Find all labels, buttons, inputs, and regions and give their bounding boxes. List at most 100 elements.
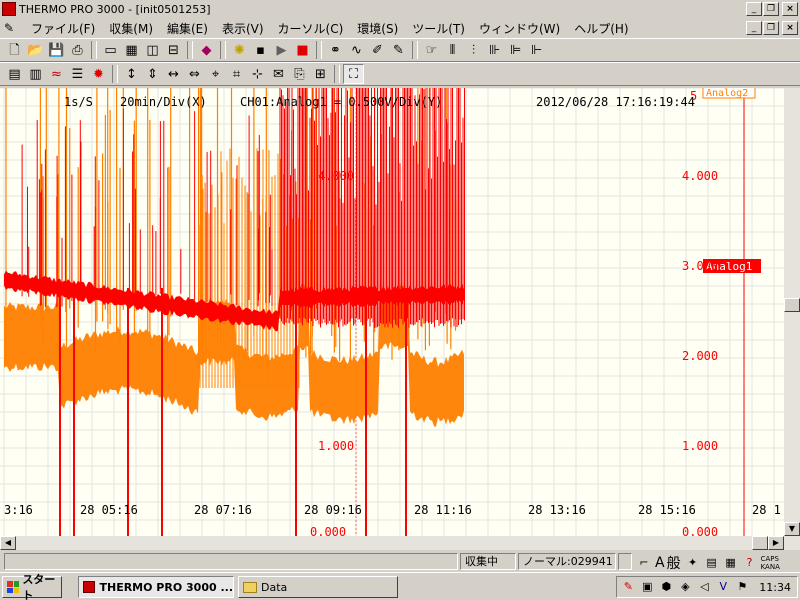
monitor-tray-icon[interactable]: ▣ [639,579,655,595]
x-axis-tick-label: 28 15:16 [638,503,696,517]
driver-tray-icon[interactable]: V [715,579,731,595]
edit-button[interactable]: ✎ [388,40,409,60]
pen-button[interactable]: ✐ [367,40,388,60]
tile-button[interactable]: ▦ [121,40,142,60]
menu-edit[interactable]: 編集(E) [160,20,215,37]
waveform-graph[interactable]: 1s/S 20min/Div(X) CH01:Analog1 = 0.500V/Di… [0,88,784,536]
envelope-button[interactable]: ✉ [268,64,289,84]
grid-button[interactable]: ⊞ [310,64,331,84]
minimize-button[interactable]: _ [746,2,762,16]
expand-vertical-button[interactable]: ↕ [121,64,142,84]
cursor-a-button[interactable]: ⌖ [205,64,226,84]
menu-help[interactable]: ヘルプ(H) [567,20,635,37]
channel-a-button[interactable]: ⫴ [442,40,463,60]
system-tray: ✎ ▣ ⬢ ◈ ◁ V ⚑ 11:34 [616,576,798,598]
x-axis-tick-label: 28 05:16 [80,503,138,517]
channel-c-button[interactable]: ⊪ [484,40,505,60]
cursor-c-button[interactable]: ⊹ [247,64,268,84]
title-bar[interactable]: THERMO PRO 3000 - [init0501253] _ ❐ × [0,0,800,18]
wave-button[interactable]: ∿ [346,40,367,60]
sun-setting-button[interactable]: ✺ [229,40,250,60]
waveform-canvas[interactable]: 1s/S 20min/Div(X) CH01:Analog1 = 0.500V/Di… [0,88,784,536]
split-horizontal-button[interactable]: ⊟ [163,40,184,60]
ime-mode[interactable]: 般 [667,553,681,573]
envelope-open-button[interactable]: ⎘ [289,64,310,84]
toolbar-separator [91,41,97,59]
ime-tool-icon[interactable]: ✦ [685,555,701,571]
security-tray-icon[interactable]: ⚑ [734,579,750,595]
scroll-down-button[interactable]: ▼ [784,522,800,536]
channel-d-icon: ⊫ [509,42,522,58]
start-button[interactable]: スタート [2,573,62,600]
pen-tray-icon[interactable]: ✎ [620,579,636,595]
menu-collect[interactable]: 収集(M) [102,20,160,37]
channel-c-icon: ⊪ [488,42,501,58]
taskbar-item-data-folder[interactable]: Data [238,576,398,598]
restore-button[interactable]: ❐ [763,2,779,16]
hand-button[interactable]: ☞ [421,40,442,60]
ime-help-icon[interactable]: ? [742,555,758,571]
tag-button[interactable]: ◆ [196,40,217,60]
document-icon[interactable]: ✎ [4,21,20,35]
chart-list-button[interactable]: ☰ [67,64,88,84]
taskbar-item-thermopro[interactable]: THERMO PRO 3000 ... [78,576,234,598]
app-icon[interactable] [2,2,16,16]
doc-close-button[interactable]: × [782,21,798,35]
open-folder-button[interactable]: 📂 [25,40,46,60]
scroll-left-button[interactable]: ◀ [0,536,16,550]
horizontal-scrollbar[interactable]: ◀ ▶ [0,536,800,550]
channel-e-button[interactable]: ⊩ [526,40,547,60]
play-button[interactable]: ▶ [271,40,292,60]
channel-a-icon: ⫴ [449,42,456,58]
y-axis-right-value: 2.000 [682,349,718,363]
network-tray-icon[interactable]: ⬢ [658,579,674,595]
split-vertical-button[interactable]: ◫ [142,40,163,60]
scroll-right-button[interactable]: ▶ [768,536,784,550]
menu-view[interactable]: 表示(V) [215,20,271,37]
chart-window-button[interactable]: ▤ [4,64,25,84]
menu-tools[interactable]: ツール(T) [405,20,472,37]
ime-cursor-icon[interactable]: ⌐ [636,555,652,571]
menu-bar: ✎ ファイル(F) 収集(M) 編集(E) 表示(V) カーソル(C) 環境(S… [0,18,800,38]
app-root: THERMO PRO 3000 - [init0501253] _ ❐ × ✎ … [0,0,800,600]
channel-d-button[interactable]: ⊫ [505,40,526,60]
cursor-b-button[interactable]: ⌗ [226,64,247,84]
ime-pad-icon[interactable]: ▦ [723,555,739,571]
ime-alpha-mode[interactable]: A [655,555,665,571]
folder-icon [243,581,257,593]
envelope-icon: ✉ [273,66,284,82]
vertical-scrollbar[interactable]: ▼ [784,88,800,536]
window-button[interactable]: ▭ [100,40,121,60]
volume-tray-icon[interactable]: ◁ [696,579,712,595]
compress-horizontal-icon: ⇔ [189,66,200,82]
compress-horizontal-button[interactable]: ⇔ [184,64,205,84]
doc-restore-button[interactable]: ❐ [763,21,779,35]
sparkle-button[interactable]: ✹ [88,64,109,84]
menu-environment[interactable]: 環境(S) [350,20,405,37]
ime-dictionary-icon[interactable]: ▤ [704,555,720,571]
expand-horizontal-button[interactable]: ↔ [163,64,184,84]
doc-minimize-button[interactable]: _ [746,21,762,35]
channel-b-button[interactable]: ⫶ [463,40,484,60]
chart-multi-button[interactable]: ▥ [25,64,46,84]
fit-button[interactable]: ⛶ [343,64,364,84]
x-axis-tick-label: 28 09:16 [304,503,362,517]
close-button[interactable]: × [782,2,798,16]
binoculars-button[interactable]: ⚭ [325,40,346,60]
chart-wave-button[interactable]: ≈ [46,64,67,84]
status-message-panel [4,553,458,570]
clock[interactable]: 11:34 [759,581,791,594]
new-file-button[interactable]: 🗋 [4,40,25,60]
device-tray-icon[interactable]: ◈ [677,579,693,595]
floppy-button[interactable]: ▪ [250,40,271,60]
menu-file[interactable]: ファイル(F) [24,20,102,37]
save-button[interactable]: 💾 [46,40,67,60]
print-button[interactable]: ⎙ [67,40,88,60]
vertical-scroll-thumb[interactable] [784,298,800,312]
horizontal-scroll-thumb[interactable] [752,536,768,550]
tag-icon: ◆ [201,42,212,58]
stop-button[interactable]: ■ [292,40,313,60]
compress-vertical-button[interactable]: ⇕ [142,64,163,84]
menu-cursor[interactable]: カーソル(C) [271,20,351,37]
menu-window[interactable]: ウィンドウ(W) [472,20,567,37]
